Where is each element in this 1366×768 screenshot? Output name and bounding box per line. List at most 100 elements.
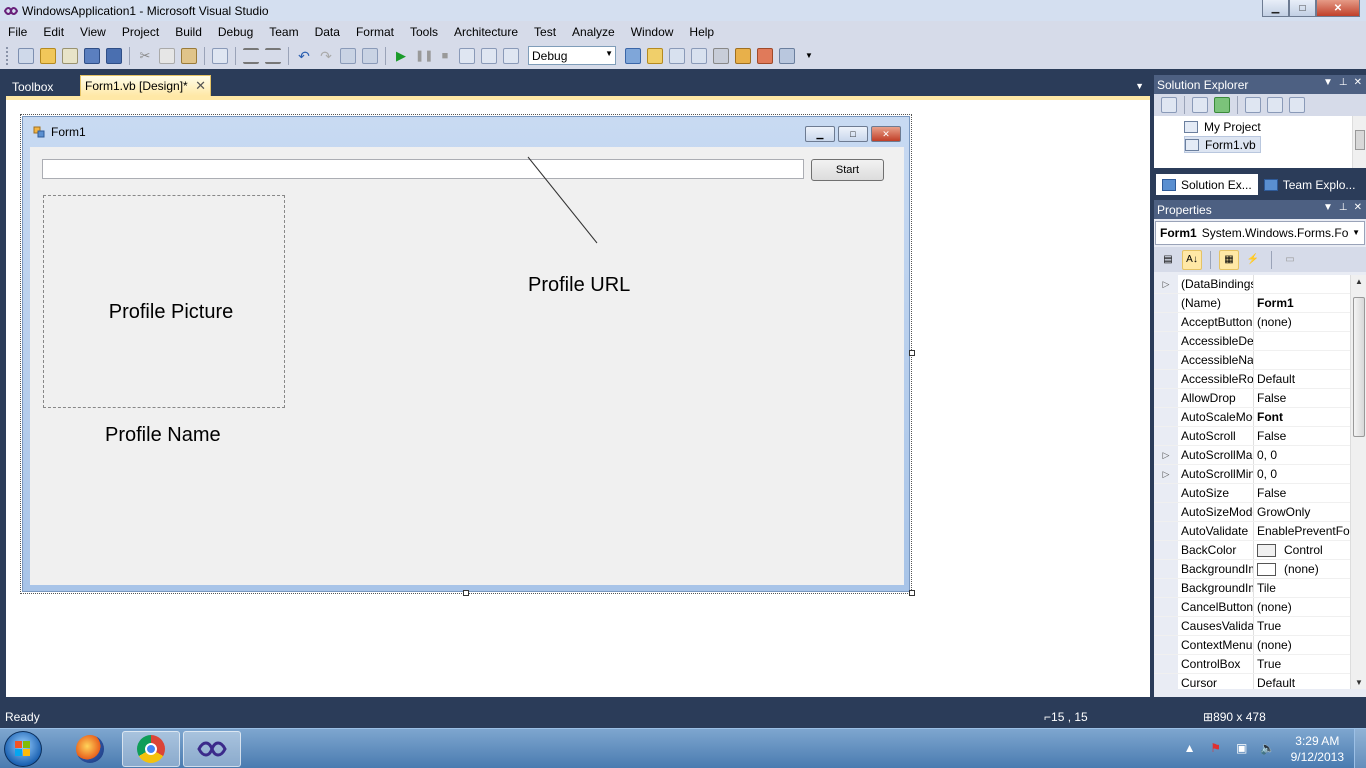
menu-team[interactable]: Team bbox=[261, 25, 306, 39]
save-all-icon[interactable] bbox=[106, 47, 122, 64]
copy-icon[interactable] bbox=[159, 47, 175, 64]
property-value[interactable]: (none) bbox=[1254, 313, 1350, 331]
property-pages-icon[interactable]: ▭ bbox=[1280, 250, 1300, 270]
navigate-back-icon[interactable] bbox=[340, 47, 356, 64]
scroll-up-icon[interactable]: ▲ bbox=[1355, 277, 1363, 286]
property-value[interactable]: False bbox=[1254, 484, 1350, 502]
object-selector[interactable]: Form1 System.Windows.Forms.Fo ▼ bbox=[1155, 221, 1365, 245]
network-icon[interactable]: ▣ bbox=[1234, 741, 1250, 757]
property-value[interactable]: False bbox=[1254, 389, 1350, 407]
property-value[interactable] bbox=[1254, 275, 1350, 293]
property-value[interactable]: Default bbox=[1254, 370, 1350, 388]
property-value[interactable]: (none) bbox=[1254, 598, 1350, 616]
property-value[interactable]: Default bbox=[1254, 674, 1350, 689]
view-code-icon[interactable] bbox=[1245, 97, 1261, 113]
tree-item-form1[interactable]: Form1.vb bbox=[1184, 136, 1261, 153]
stop-icon[interactable]: ■ bbox=[437, 48, 453, 64]
property-row[interactable]: CausesValidationTrue bbox=[1154, 617, 1350, 636]
start-button[interactable]: Start bbox=[811, 159, 884, 181]
property-row[interactable]: ▷AutoScrollMargin0, 0 bbox=[1154, 446, 1350, 465]
command-window-icon[interactable] bbox=[779, 47, 795, 64]
property-row[interactable]: AccessibleRoleDefault bbox=[1154, 370, 1350, 389]
menu-edit[interactable]: Edit bbox=[35, 25, 72, 39]
add-item-icon[interactable] bbox=[62, 47, 78, 64]
tree-scrollbar[interactable] bbox=[1352, 116, 1366, 168]
menu-architecture[interactable]: Architecture bbox=[446, 25, 526, 39]
tree-item-my-project[interactable]: My Project bbox=[1184, 118, 1261, 135]
object-browser-icon[interactable] bbox=[691, 47, 707, 64]
extension-manager-icon[interactable] bbox=[757, 47, 773, 64]
step-over-icon[interactable] bbox=[481, 47, 497, 64]
expand-icon[interactable]: ▷ bbox=[1154, 465, 1178, 483]
property-row[interactable]: AllowDrop False bbox=[1154, 389, 1350, 408]
class-view-icon[interactable] bbox=[735, 47, 751, 64]
property-row[interactable]: Cursor Default bbox=[1154, 674, 1350, 689]
save-icon[interactable] bbox=[84, 47, 100, 64]
show-desktop-button[interactable] bbox=[1354, 729, 1366, 768]
scroll-down-icon[interactable]: ▼ bbox=[1355, 678, 1363, 687]
pin-icon[interactable]: ⊥ bbox=[1339, 77, 1348, 88]
properties-window-icon[interactable] bbox=[669, 47, 685, 64]
menu-data[interactable]: Data bbox=[307, 25, 348, 39]
url-textbox[interactable] bbox=[42, 159, 804, 179]
solution-explorer-icon[interactable] bbox=[647, 47, 663, 64]
property-value[interactable]: Control bbox=[1254, 541, 1350, 559]
menu-file[interactable]: File bbox=[0, 25, 35, 39]
property-row[interactable]: ControlBox True bbox=[1154, 655, 1350, 674]
window-position-icon[interactable]: ▼ bbox=[1323, 77, 1333, 88]
events-icon[interactable]: ⚡ bbox=[1243, 250, 1263, 270]
alphabetical-icon[interactable]: A↓ bbox=[1182, 249, 1202, 270]
resize-handle-corner[interactable] bbox=[909, 590, 915, 596]
close-icon[interactable]: ✕ bbox=[1354, 202, 1362, 213]
step-out-icon[interactable] bbox=[503, 47, 519, 64]
property-row[interactable]: AutoValidateEnablePreventFocusChange bbox=[1154, 522, 1350, 541]
close-icon[interactable]: ✕ bbox=[195, 78, 206, 94]
property-row[interactable]: BackgroundImage (none) bbox=[1154, 560, 1350, 579]
menu-analyze[interactable]: Analyze bbox=[564, 25, 623, 39]
property-row[interactable]: ▷AutoScrollMinSize0, 0 bbox=[1154, 465, 1350, 484]
navigate-forward-icon[interactable] bbox=[362, 47, 378, 64]
redo-icon[interactable]: ↷ bbox=[318, 48, 334, 64]
start-debugging-icon[interactable]: ▶ bbox=[393, 48, 409, 64]
expand-icon[interactable]: ▷ bbox=[1154, 446, 1178, 464]
scroll-thumb[interactable] bbox=[1355, 130, 1365, 150]
property-row[interactable]: AutoScroll False bbox=[1154, 427, 1350, 446]
tab-toolbox[interactable]: Toolbox bbox=[4, 77, 61, 96]
clock[interactable]: 3:29 AM 9/12/2013 bbox=[1291, 733, 1344, 765]
find-in-files-icon[interactable] bbox=[625, 47, 641, 64]
property-value[interactable]: False bbox=[1254, 427, 1350, 445]
action-center-icon[interactable]: ⚑ bbox=[1208, 741, 1224, 757]
tab-list-dropdown-icon[interactable]: ▼ bbox=[1135, 81, 1144, 91]
profile-name-label[interactable]: Profile Name bbox=[105, 424, 221, 447]
taskbar-visual-studio[interactable] bbox=[183, 731, 241, 767]
scroll-thumb[interactable] bbox=[1353, 297, 1365, 437]
properties-icon[interactable] bbox=[1161, 97, 1177, 113]
property-value[interactable]: GrowOnly bbox=[1254, 503, 1350, 521]
tab-team-explorer[interactable]: Team Explo... bbox=[1258, 174, 1362, 195]
tab-solution-explorer[interactable]: Solution Ex... bbox=[1156, 174, 1258, 195]
property-row[interactable]: BackgroundImageLayoutTile bbox=[1154, 579, 1350, 598]
property-row[interactable]: AcceptButton (none) bbox=[1154, 313, 1350, 332]
menu-format[interactable]: Format bbox=[348, 25, 402, 39]
cut-icon[interactable]: ✂ bbox=[137, 48, 153, 64]
profile-picture-box[interactable]: Profile Picture bbox=[43, 195, 285, 408]
properties-view-icon[interactable]: ▦ bbox=[1219, 249, 1239, 270]
property-row[interactable]: AccessibleDescription bbox=[1154, 332, 1350, 351]
property-row[interactable]: BackColor Control bbox=[1154, 541, 1350, 560]
taskbar-firefox[interactable] bbox=[61, 731, 119, 767]
property-value[interactable]: Font bbox=[1254, 408, 1350, 426]
expand-icon[interactable]: ▷ bbox=[1154, 275, 1178, 293]
property-row[interactable]: CancelButton (none) bbox=[1154, 598, 1350, 617]
pause-icon[interactable]: ❚❚ bbox=[415, 48, 433, 64]
categorized-icon[interactable]: ▤ bbox=[1158, 250, 1178, 270]
close-icon[interactable]: ✕ bbox=[1354, 77, 1362, 88]
menu-window[interactable]: Window bbox=[623, 25, 682, 39]
property-row[interactable]: (Name) Form1 bbox=[1154, 294, 1350, 313]
taskbar-chrome[interactable] bbox=[122, 731, 180, 767]
menu-project[interactable]: Project bbox=[114, 25, 167, 39]
close-button[interactable]: ✕ bbox=[1316, 0, 1360, 17]
property-row[interactable]: ContextMenuStrip(none) bbox=[1154, 636, 1350, 655]
maximize-button[interactable]: □ bbox=[1289, 0, 1316, 17]
volume-icon[interactable]: 🔈 bbox=[1260, 741, 1276, 757]
menu-debug[interactable]: Debug bbox=[210, 25, 261, 39]
